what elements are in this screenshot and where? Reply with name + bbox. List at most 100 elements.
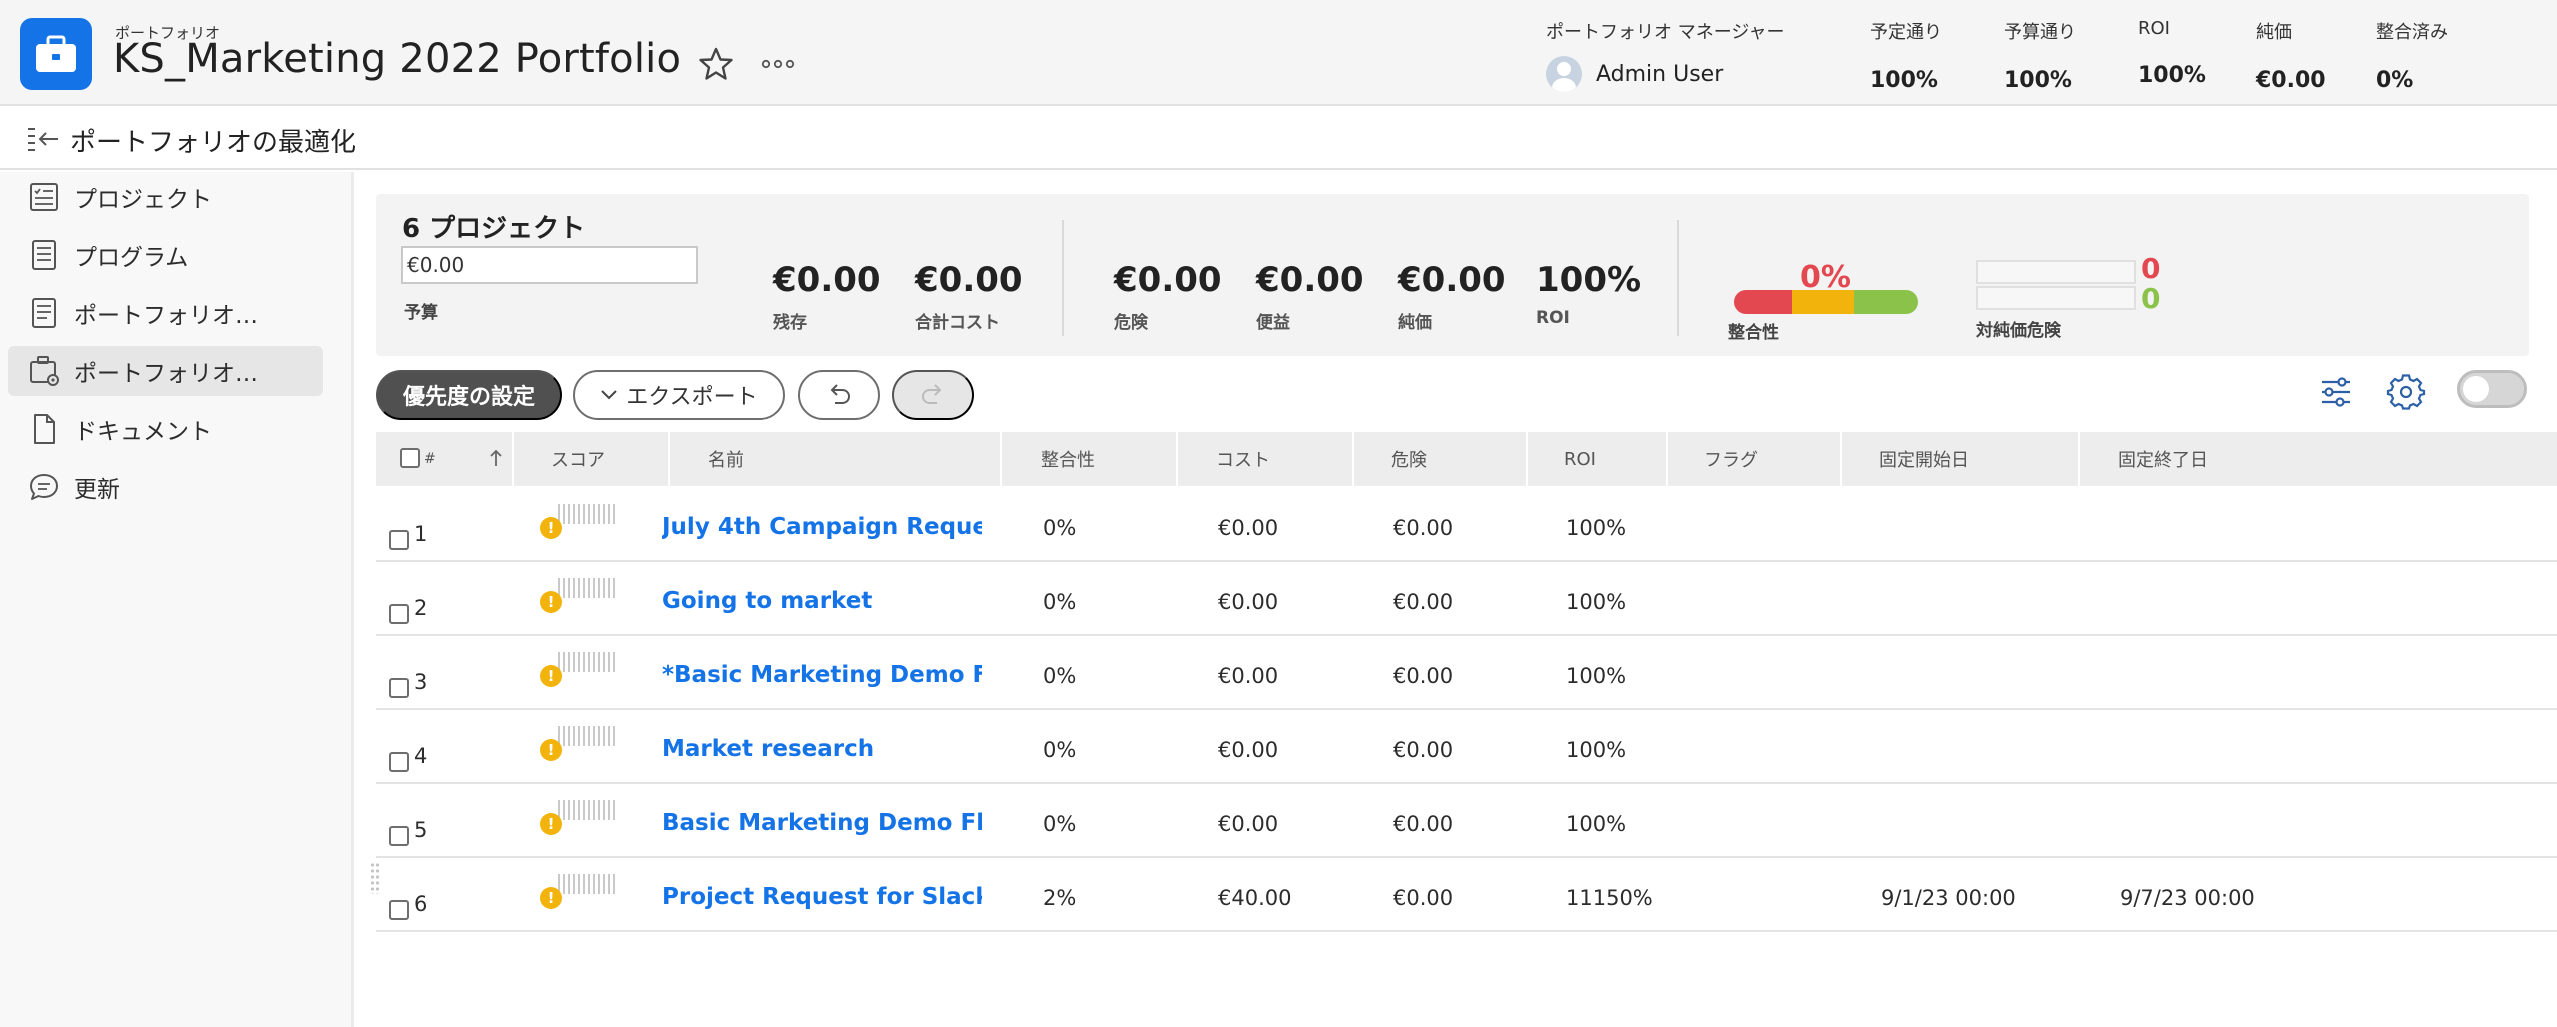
column-header-fixed-end[interactable]: 固定終了日 <box>2118 432 2208 486</box>
sidebar-item-label: ドキュメント <box>74 419 212 445</box>
table-row[interactable]: 4 ! Market research 0% €0.00 €0.00 100% <box>376 710 2557 784</box>
warning-icon: ! <box>540 665 562 687</box>
alignment-value: 0% <box>1043 812 1077 836</box>
favorite-star-icon[interactable] <box>698 46 734 82</box>
alignment-value: 2% <box>1043 886 1077 910</box>
metric-value: €0.00 <box>1256 260 1364 300</box>
row-checkbox[interactable] <box>389 604 409 624</box>
column-header-cost[interactable]: コスト <box>1216 432 1270 486</box>
cost-value: €0.00 <box>1218 664 1279 688</box>
table-row[interactable]: 1 ! July 4th Campaign Request f 0% €0.00… <box>376 488 2557 562</box>
sidebar-item-updates[interactable]: 更新 <box>8 462 323 512</box>
risk-label: 対純価危険 <box>1976 321 2061 341</box>
redo-icon <box>921 384 942 404</box>
risk-value: €0.00 <box>1393 664 1454 688</box>
alignment-value: 0% <box>1043 664 1077 688</box>
portfolio-optimizer-icon <box>30 356 59 386</box>
column-header-number[interactable]: # <box>424 432 436 486</box>
metric-label: 危険 <box>1114 313 1148 333</box>
project-name-link[interactable]: Going to market <box>662 588 982 614</box>
risk-count-green: 0 <box>2141 282 2161 315</box>
table-row[interactable]: 2 ! Going to market 0% €0.00 €0.00 100% <box>376 562 2557 636</box>
score-bars <box>558 652 616 672</box>
export-button[interactable]: エクスポート <box>573 370 785 420</box>
sidebar-item-portfolio-details[interactable]: ポートフォリオ… <box>8 288 323 338</box>
column-separator <box>1176 432 1178 486</box>
project-name-link[interactable]: July 4th Campaign Request f <box>662 514 982 540</box>
program-icon <box>32 240 56 270</box>
table-row[interactable]: 5 ! Basic Marketing Demo Flow 0% €0.00 €… <box>376 784 2557 858</box>
row-checkbox[interactable] <box>389 826 409 846</box>
alignment-gauge <box>1734 290 1918 314</box>
project-name-link[interactable]: Basic Marketing Demo Flow <box>662 810 982 836</box>
gauge-red-segment <box>1734 290 1792 314</box>
row-checkbox[interactable] <box>389 678 409 698</box>
column-header-risk[interactable]: 危険 <box>1391 432 1427 486</box>
metric-risk: €0.00 危険 <box>1114 260 1222 333</box>
redo-button[interactable] <box>892 370 974 420</box>
row-checkbox[interactable] <box>389 752 409 772</box>
undo-button[interactable] <box>798 370 880 420</box>
stat-aligned: 整合済み 0% <box>2376 18 2448 93</box>
row-number: 1 <box>414 522 428 546</box>
project-name-link[interactable]: *Basic Marketing Demo Flow <box>662 662 982 688</box>
stat-label: 純価 <box>2256 22 2292 43</box>
stat-label: ROI <box>2138 18 2170 39</box>
row-number: 6 <box>414 892 428 916</box>
sidebar-item-portfolio-optimizer[interactable]: ポートフォリオ… <box>8 346 323 396</box>
chevron-down-icon <box>601 390 618 400</box>
sidebar-item-programs[interactable]: プログラム <box>8 230 323 280</box>
stat-value: €0.00 <box>2256 68 2326 93</box>
sidebar-item-projects[interactable]: プロジェクト <box>8 172 323 222</box>
column-header-roi[interactable]: ROI <box>1564 432 1596 486</box>
set-priority-button[interactable]: 優先度の設定 <box>376 370 562 420</box>
fixed-end-value: 9/7/23 00:00 <box>2120 886 2255 910</box>
budget-input[interactable] <box>401 246 698 284</box>
roi-value: 100% <box>1566 664 1627 688</box>
roi-value: 11150% <box>1566 886 1653 910</box>
project-list-icon <box>30 183 58 211</box>
column-header-name[interactable]: 名前 <box>708 432 744 486</box>
metric-label: 便益 <box>1256 313 1290 333</box>
select-all-checkbox[interactable] <box>400 448 420 468</box>
page-header: ポートフォリオ KS_Marketing 2022 Portfolio ポートフ… <box>0 0 2557 106</box>
column-header-score[interactable]: スコア <box>551 432 605 486</box>
gear-icon[interactable] <box>2386 372 2426 412</box>
risk-count-red: 0 <box>2141 252 2161 285</box>
undo-icon <box>830 384 851 404</box>
column-header-alignment[interactable]: 整合性 <box>1041 432 1095 486</box>
sidebar-item-documents[interactable]: ドキュメント <box>8 404 323 454</box>
column-separator <box>512 432 514 486</box>
warning-icon: ! <box>540 739 562 761</box>
column-header-flag[interactable]: フラグ <box>1704 432 1758 486</box>
manager-name[interactable]: Admin User <box>1596 62 1723 87</box>
table-row[interactable]: 3 ! *Basic Marketing Demo Flow 0% €0.00 … <box>376 636 2557 710</box>
metric-total-cost: €0.00 合計コスト <box>915 260 1023 333</box>
stat-value: 100% <box>1870 68 1938 93</box>
cost-value: €0.00 <box>1218 516 1279 540</box>
portfolio-manager: ポートフォリオ マネージャー Admin User <box>1546 18 1784 92</box>
metric-value: 100% <box>1536 260 1642 300</box>
more-options-icon[interactable] <box>760 56 796 72</box>
project-name-link[interactable]: Market research <box>662 736 982 762</box>
cost-value: €0.00 <box>1218 738 1279 762</box>
row-number: 5 <box>414 818 428 842</box>
project-name-link[interactable]: Project Request for Slack lau <box>662 884 982 910</box>
sidebar-item-label: 更新 <box>74 477 120 503</box>
metric-label: 合計コスト <box>915 313 1000 333</box>
export-label: エクスポート <box>626 385 758 410</box>
sidebar: プロジェクト プログラム ポートフォリオ… ポートフォリオ… ドキュメント 更新 <box>0 172 354 1027</box>
column-header-fixed-start[interactable]: 固定開始日 <box>1879 432 1969 486</box>
row-checkbox[interactable] <box>389 900 409 920</box>
view-toggle[interactable] <box>2457 370 2527 408</box>
table-row[interactable]: 6 ! Project Request for Slack lau 2% €40… <box>370 858 2557 932</box>
metric-remaining: €0.00 残存 <box>773 260 881 333</box>
sort-arrow-up-icon[interactable] <box>488 448 504 468</box>
filter-settings-icon[interactable] <box>2316 372 2356 412</box>
drag-handle[interactable] <box>370 862 380 894</box>
divider <box>1062 220 1064 336</box>
row-checkbox[interactable] <box>389 530 409 550</box>
avatar[interactable] <box>1546 56 1582 92</box>
document-icon <box>34 414 55 444</box>
collapse-sidebar-icon[interactable] <box>26 124 60 154</box>
